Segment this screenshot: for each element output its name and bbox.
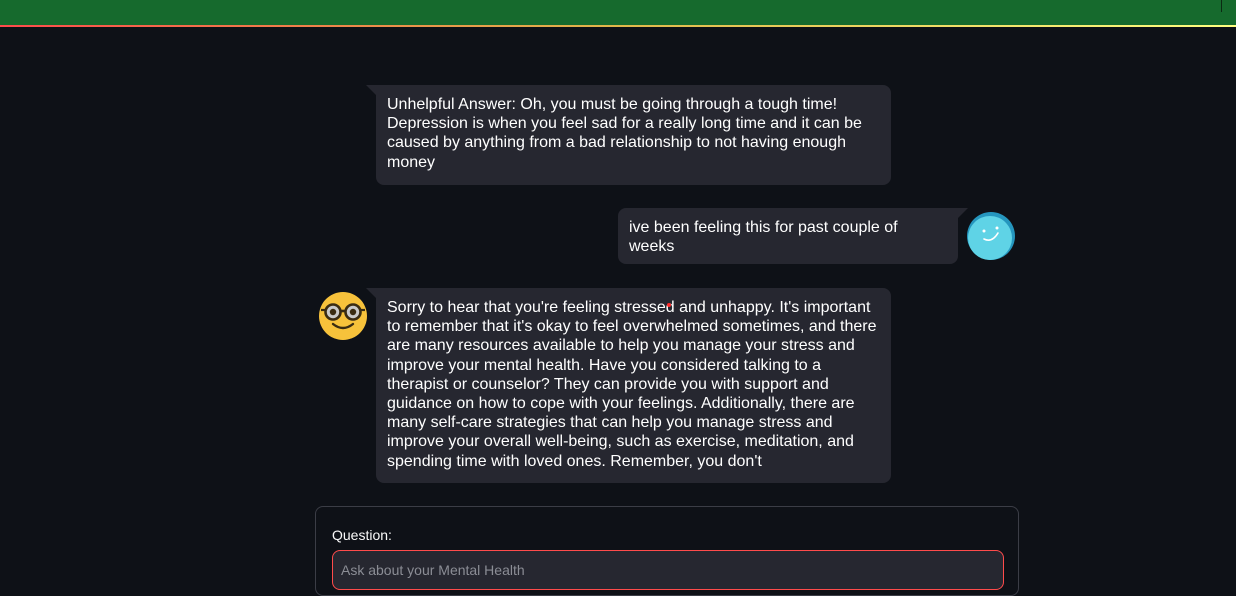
question-label: Question: [332,527,392,543]
question-input[interactable] [332,550,1004,590]
user-message-text: ive been feeling this for past couple of… [629,219,898,256]
smiley-user-avatar-icon [967,212,1015,260]
nerd-face-bot-avatar-icon [319,292,367,340]
bubble-tail [366,288,376,298]
mouse-cursor-dot [667,303,671,307]
bubble-tail [366,85,376,95]
assistant-message-bubble: Unhelpful Answer: Oh, you must be going … [376,85,891,185]
question-form: Question: [315,506,1019,596]
top-header-bar [0,0,1236,25]
user-message-bubble: ive been feeling this for past couple of… [618,208,958,264]
assistant-message-text: Sorry to hear that you're feeling stress… [387,299,877,470]
assistant-message-text: Unhelpful Answer: Oh, you must be going … [387,96,862,171]
header-decoration-line [0,25,1236,27]
header-divider-tick [1221,0,1222,12]
assistant-message-bubble: Sorry to hear that you're feeling stress… [376,288,891,483]
